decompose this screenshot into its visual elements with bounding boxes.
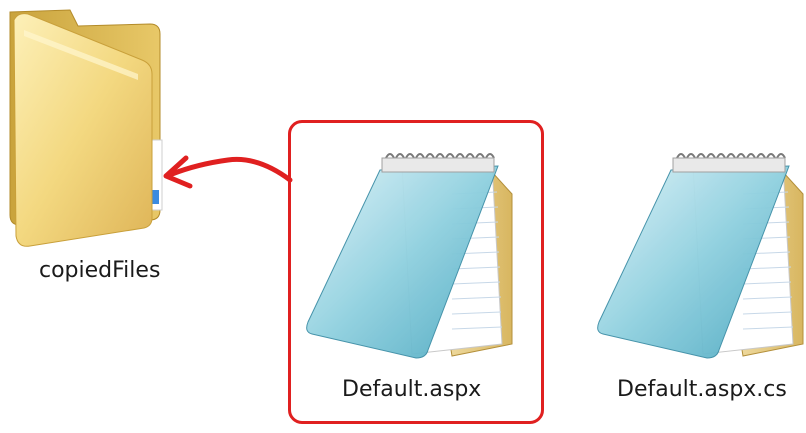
file-label-default-aspx-cs: Default.aspx.cs [617,377,787,402]
folder-icon [9,9,163,247]
notepad-file-icon [306,153,513,359]
notepad-file-icon [597,153,804,359]
folder-label: copiedFiles [39,258,161,283]
arrow-icon [163,155,293,189]
file-item-default-aspx-cs[interactable]: Default.aspx.cs [585,120,806,430]
file-item-default-aspx[interactable]: Default.aspx [288,120,550,430]
file-label-default-aspx: Default.aspx [342,377,482,402]
